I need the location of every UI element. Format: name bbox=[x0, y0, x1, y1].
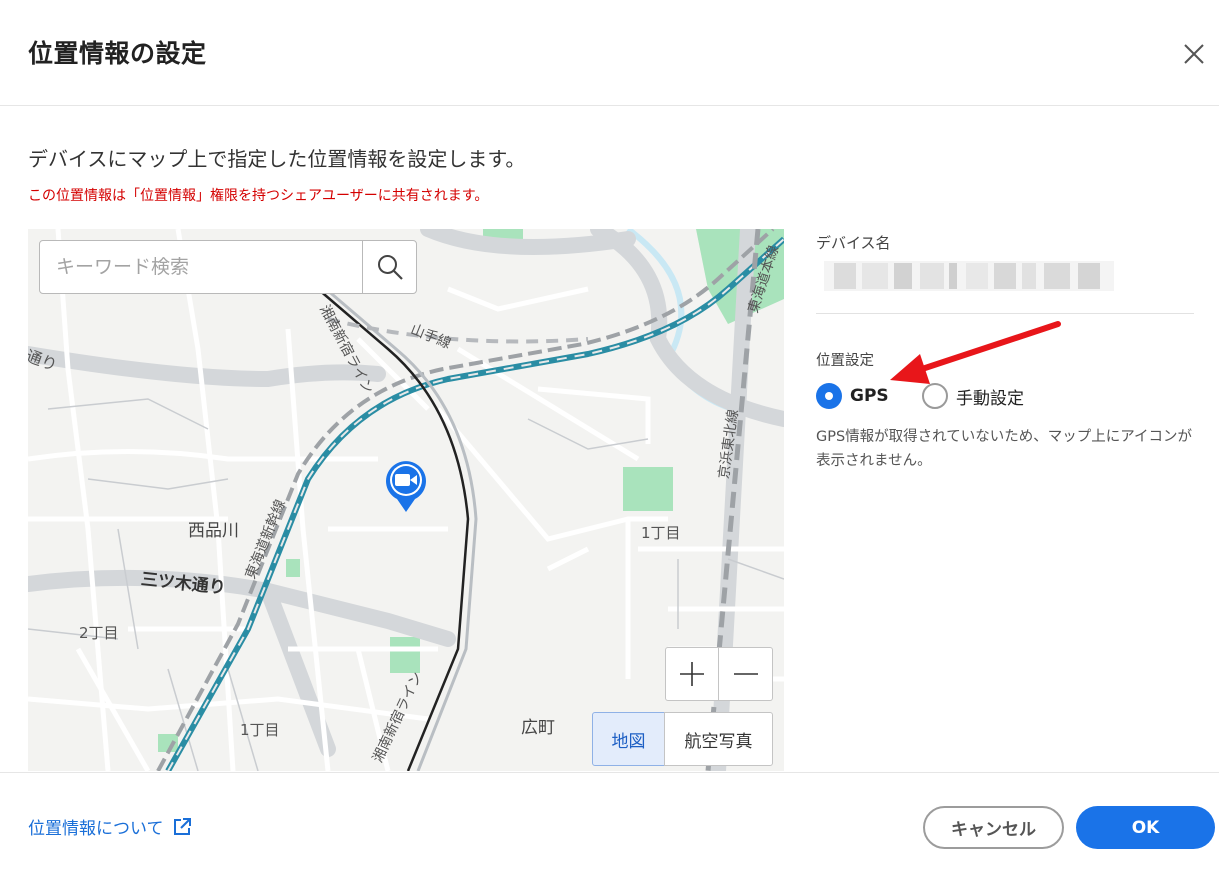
about-location-link[interactable]: 位置情報について bbox=[28, 814, 192, 839]
minus-icon bbox=[733, 673, 758, 675]
label-1chome-left: 1丁目 bbox=[240, 721, 280, 739]
zoom-out-button[interactable] bbox=[719, 647, 773, 701]
close-button[interactable] bbox=[1180, 40, 1208, 68]
device-name-redacted bbox=[824, 261, 1114, 291]
close-icon bbox=[1184, 44, 1204, 64]
about-location-link-label: 位置情報について bbox=[28, 819, 164, 839]
external-link-icon bbox=[173, 817, 191, 835]
map-view[interactable]: 通り 山手線 湘南新宿ライン 東海道本線 京浜東北線 東海道新幹線 湘南新宿ライ… bbox=[28, 229, 784, 771]
label-1chome-right: 1丁目 bbox=[641, 524, 681, 542]
map-search-box bbox=[39, 240, 417, 294]
label-nishishinagawa: 西品川 bbox=[188, 521, 239, 541]
gps-note-text: GPS情報が取得されていないため、マップ上にアイコンが表示されません。 bbox=[816, 429, 1193, 469]
side-divider bbox=[816, 313, 1194, 314]
map-type-switch: 地図 航空写真 bbox=[592, 712, 773, 766]
cancel-button[interactable]: キャンセル bbox=[923, 806, 1064, 849]
search-button[interactable] bbox=[362, 241, 417, 293]
label-2chome: 2丁目 bbox=[79, 624, 119, 642]
map-type-aerial-button[interactable]: 航空写真 bbox=[664, 712, 773, 766]
dialog-header: 位置情報の設定 bbox=[0, 0, 1219, 106]
ok-button[interactable]: OK bbox=[1076, 806, 1215, 849]
radio-gps-indicator bbox=[816, 383, 842, 409]
location-settings-dialog: 位置情報の設定 デバイスにマップ上で指定した位置情報を設定します。 この位置情報… bbox=[0, 0, 1219, 871]
dialog-footer: 位置情報について キャンセル OK bbox=[0, 772, 1219, 871]
red-arrow-annotation bbox=[890, 321, 1061, 384]
video-camera-pin-icon[interactable] bbox=[384, 458, 428, 514]
map-type-map-button[interactable]: 地図 bbox=[592, 712, 665, 766]
dialog-title: 位置情報の設定 bbox=[28, 39, 207, 68]
zoom-in-button[interactable] bbox=[665, 647, 719, 701]
plus-icon bbox=[680, 662, 704, 686]
location-setting-label: 位置設定 bbox=[816, 353, 874, 369]
device-name-label: デバイス名 bbox=[816, 234, 891, 252]
radio-gps[interactable]: GPS bbox=[816, 383, 889, 409]
share-warning-text: この位置情報は「位置情報」権限を持つシェアユーザーに共有されます。 bbox=[28, 188, 489, 204]
radio-gps-label: GPS bbox=[850, 386, 889, 406]
zoom-controls bbox=[665, 647, 773, 701]
search-icon bbox=[378, 255, 403, 280]
label-hiromachi: 広町 bbox=[521, 718, 555, 738]
keyword-search-input[interactable] bbox=[40, 241, 362, 293]
dialog-description: デバイスにマップ上で指定した位置情報を設定します。 bbox=[28, 147, 526, 171]
